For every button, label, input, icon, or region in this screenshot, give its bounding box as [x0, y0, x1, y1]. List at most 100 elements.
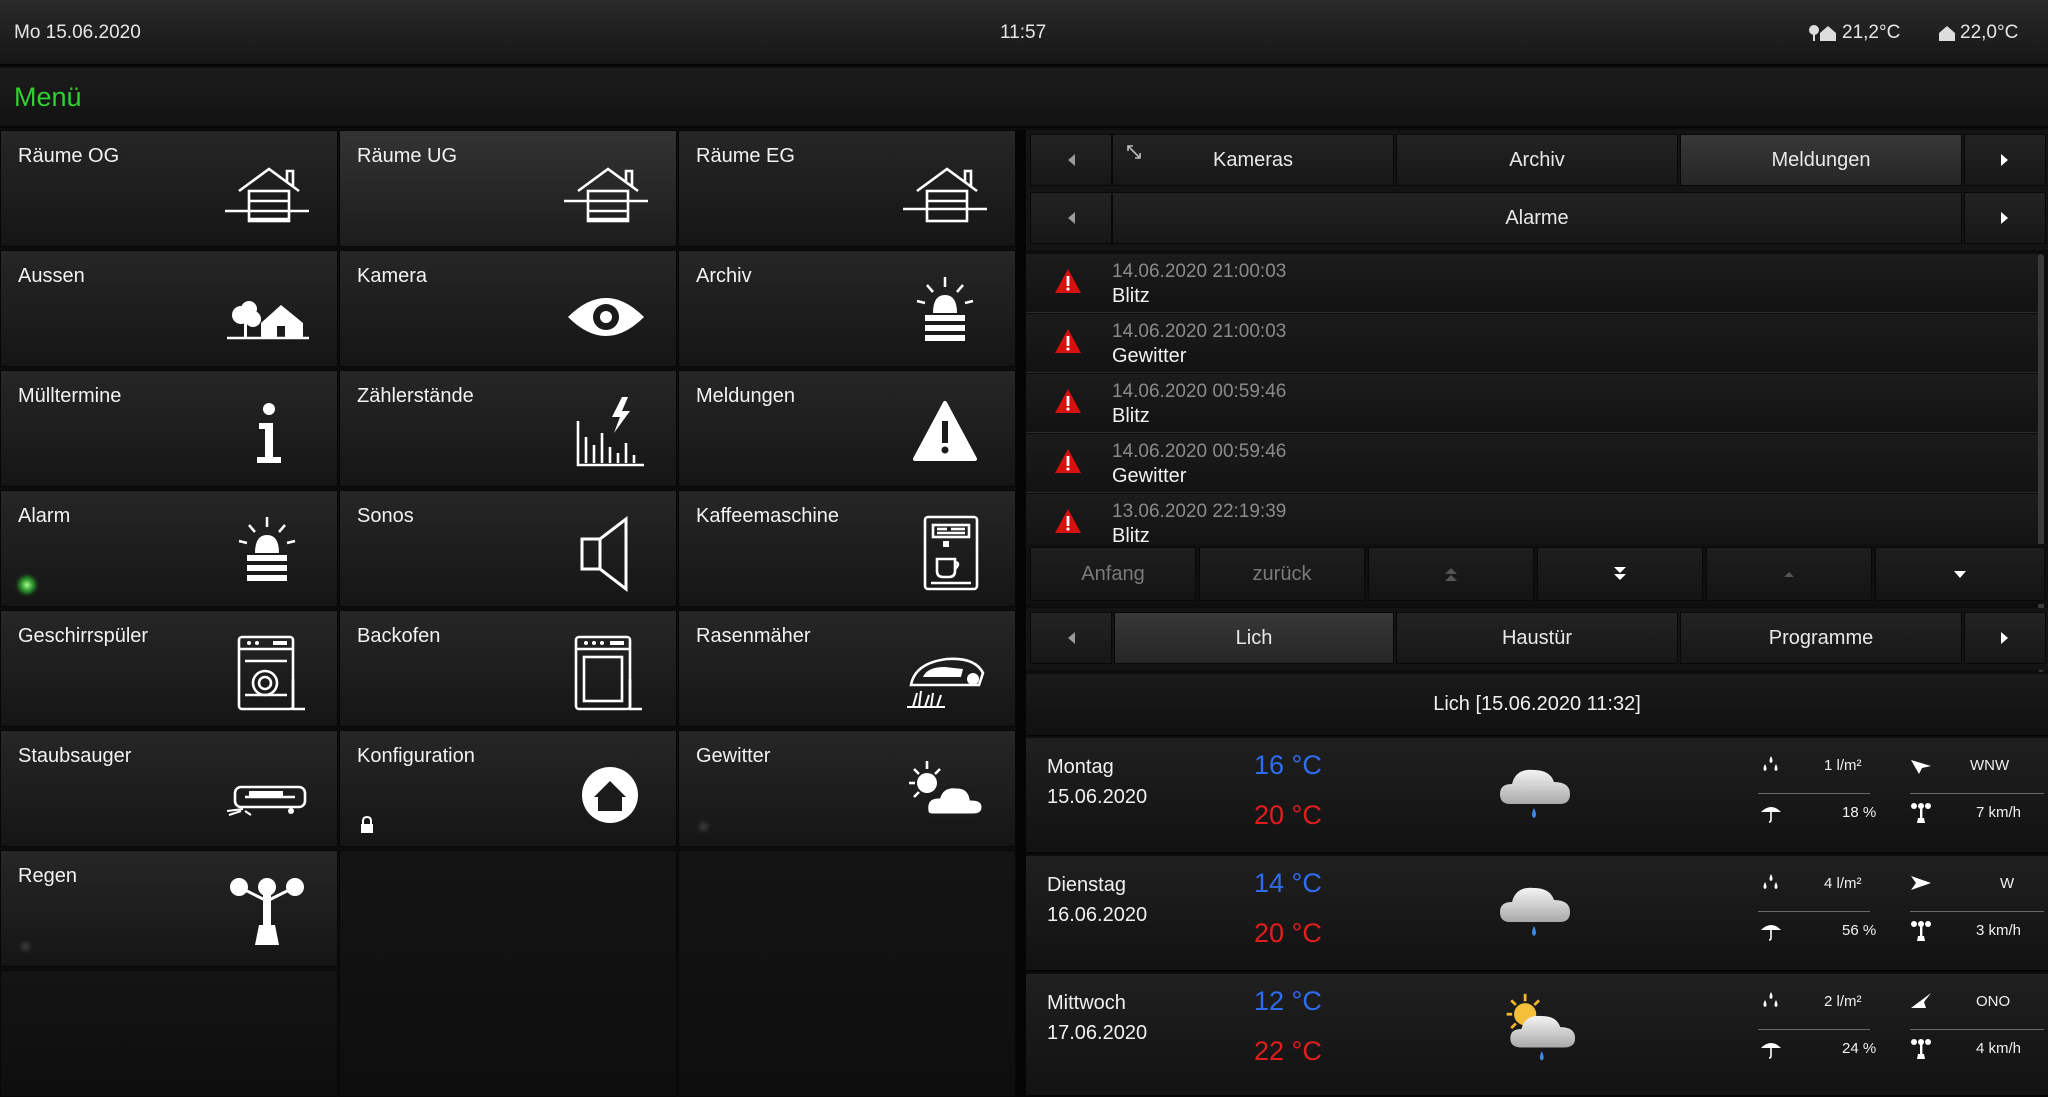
page-down-button[interactable] — [1537, 547, 1703, 601]
tab-lich[interactable]: Lich — [1114, 612, 1394, 664]
tile-rasenmaeher[interactable]: Rasenmäher — [678, 610, 1016, 727]
indoor-temp-value: 22,0°C — [1960, 22, 2019, 43]
tile-empty — [678, 850, 1016, 1097]
tile-label: Mülltermine — [18, 385, 122, 407]
tile-label: Räume EG — [696, 145, 795, 167]
divider — [1910, 793, 2044, 794]
tabs-next-button[interactable] — [1964, 134, 2046, 186]
tile-aussen[interactable]: Aussen — [0, 250, 338, 367]
tile-label: Kamera — [357, 265, 428, 287]
tile-kamera[interactable]: Kamera — [339, 250, 677, 367]
status-led-off — [697, 820, 710, 833]
first-page-button[interactable]: Anfang — [1030, 547, 1196, 601]
tile-label: Sonos — [357, 505, 414, 527]
scroll-up-button[interactable] — [1706, 547, 1872, 601]
tile-geschirrspueler[interactable]: Geschirrspüler — [0, 610, 338, 727]
day-date: 15.06.2020 — [1047, 786, 1148, 808]
tile-staubsauger[interactable]: Staubsauger — [0, 730, 338, 847]
menu-title[interactable]: Menü — [14, 82, 82, 113]
divider — [1758, 1029, 1870, 1030]
info-icon — [257, 403, 281, 463]
temp-high: 20 °C — [1254, 800, 1322, 830]
tile-alarm[interactable]: Alarm — [0, 490, 338, 607]
eye-icon — [568, 298, 644, 336]
rain-drops-icon — [1763, 992, 1778, 1007]
rain-drops-icon — [1763, 874, 1778, 889]
temp-low: 12 °C — [1254, 986, 1322, 1016]
tile-konfiguration[interactable]: Konfiguration — [339, 730, 677, 847]
tab-meldungen[interactable]: Meldungen — [1680, 134, 1962, 186]
subtabs-prev-button[interactable] — [1030, 192, 1112, 244]
tab-haustuer[interactable]: Haustür — [1396, 612, 1678, 664]
scroll-down-button[interactable] — [1875, 547, 2045, 601]
tile-meldungen[interactable]: Meldungen — [678, 370, 1016, 487]
home-circle-icon — [582, 767, 638, 823]
indoor-temperature: 22,0°C — [1938, 22, 2018, 44]
temp-high: 20 °C — [1254, 918, 1322, 948]
tile-raeume-ug[interactable]: Räume UG — [339, 130, 677, 247]
tile-raeume-eg[interactable]: Räume EG — [678, 130, 1016, 247]
alarm-text: Blitz — [1112, 285, 1150, 307]
divider — [1910, 1029, 2044, 1030]
outdoor-tree-house-icon — [1809, 25, 1836, 41]
alarm-row[interactable]: 14.06.2020 00:59:46 Blitz — [1026, 374, 2038, 433]
alarm-datetime: 14.06.2020 00:59:46 — [1112, 441, 1287, 462]
double-chevron-down-icon — [1614, 567, 1626, 580]
wind-direction-icon — [1911, 760, 1931, 774]
tab-label: Haustür — [1501, 626, 1573, 649]
lower-tabs-next-button[interactable] — [1964, 612, 2046, 664]
rain-probability: 56 % — [1842, 922, 1877, 939]
alarm-row[interactable]: 14.06.2020 21:00:03 Blitz — [1026, 254, 2038, 313]
tile-label: Konfiguration — [357, 745, 475, 767]
tile-regen[interactable]: Regen — [0, 850, 338, 967]
nav-label: Anfang — [1081, 562, 1145, 585]
tab-alarme[interactable]: Alarme — [1112, 192, 1962, 244]
tile-label: Gewitter — [696, 745, 771, 767]
chevron-left-icon — [1068, 154, 1075, 166]
day-name-date: Mittwoch 17.06.2020 — [1047, 988, 1147, 1048]
tab-label: Kameras — [1212, 148, 1294, 171]
tile-label: Backofen — [357, 625, 441, 647]
tile-zaehlerstaende[interactable]: Zählerstände — [339, 370, 677, 487]
rain-drops-icon — [1763, 756, 1778, 771]
tile-archiv[interactable]: Archiv — [678, 250, 1016, 367]
lower-tabs-prev-button[interactable] — [1030, 612, 1112, 664]
temp-low: 14 °C — [1254, 868, 1322, 898]
tile-backofen[interactable]: Backofen — [339, 610, 677, 727]
double-chevron-up-icon — [1445, 568, 1457, 581]
tab-archiv[interactable]: Archiv — [1396, 134, 1678, 186]
alarm-row[interactable]: 14.06.2020 00:59:46 Gewitter — [1026, 434, 2038, 493]
tile-raeume-og[interactable]: Räume OG — [0, 130, 338, 247]
subtabs-next-button[interactable] — [1964, 192, 2046, 244]
umbrella-icon — [1761, 807, 1781, 823]
rain-cloud-icon — [1500, 887, 1570, 936]
alarm-datetime: 14.06.2020 21:00:03 — [1112, 261, 1287, 282]
tile-muelltermine[interactable]: Mülltermine — [0, 370, 338, 487]
rain-amount: 2 l/m² — [1824, 993, 1862, 1010]
sun-cloud-icon — [909, 761, 985, 817]
status-led-off — [19, 940, 32, 953]
tile-sonos[interactable]: Sonos — [339, 490, 677, 607]
forecast-day: Montag 15.06.2020 16 °C 20 °C 1 l/m² 18 %… — [1026, 738, 2048, 854]
wind-speed: 7 km/h — [1976, 804, 2022, 821]
top-tab-bar: Kameras Archiv Meldungen — [1026, 130, 2048, 188]
status-led-on — [19, 577, 35, 593]
oven-icon — [574, 635, 642, 711]
anemometer-icon — [1911, 1039, 1931, 1059]
rain-probability: 24 % — [1842, 1040, 1877, 1057]
tile-label: Meldungen — [696, 385, 795, 407]
page-up-button[interactable] — [1368, 547, 1534, 601]
tile-kaffeemaschine[interactable]: Kaffeemaschine — [678, 490, 1016, 607]
back-button[interactable]: zurück — [1199, 547, 1365, 601]
tile-gewitter[interactable]: Gewitter — [678, 730, 1016, 847]
tab-programme[interactable]: Programme — [1680, 612, 1962, 664]
clock-display: 11:57 — [1000, 22, 1047, 43]
chevron-right-icon — [2001, 632, 2008, 644]
meter-chart-icon — [576, 397, 644, 467]
alarm-row[interactable]: 14.06.2020 21:00:03 Gewitter — [1026, 314, 2038, 373]
tab-kameras[interactable]: Kameras — [1112, 134, 1394, 186]
house-icon — [903, 167, 987, 223]
tabs-prev-button[interactable] — [1030, 134, 1112, 186]
day-date: 17.06.2020 — [1047, 1022, 1148, 1044]
tab-label: Meldungen — [1771, 148, 1871, 171]
